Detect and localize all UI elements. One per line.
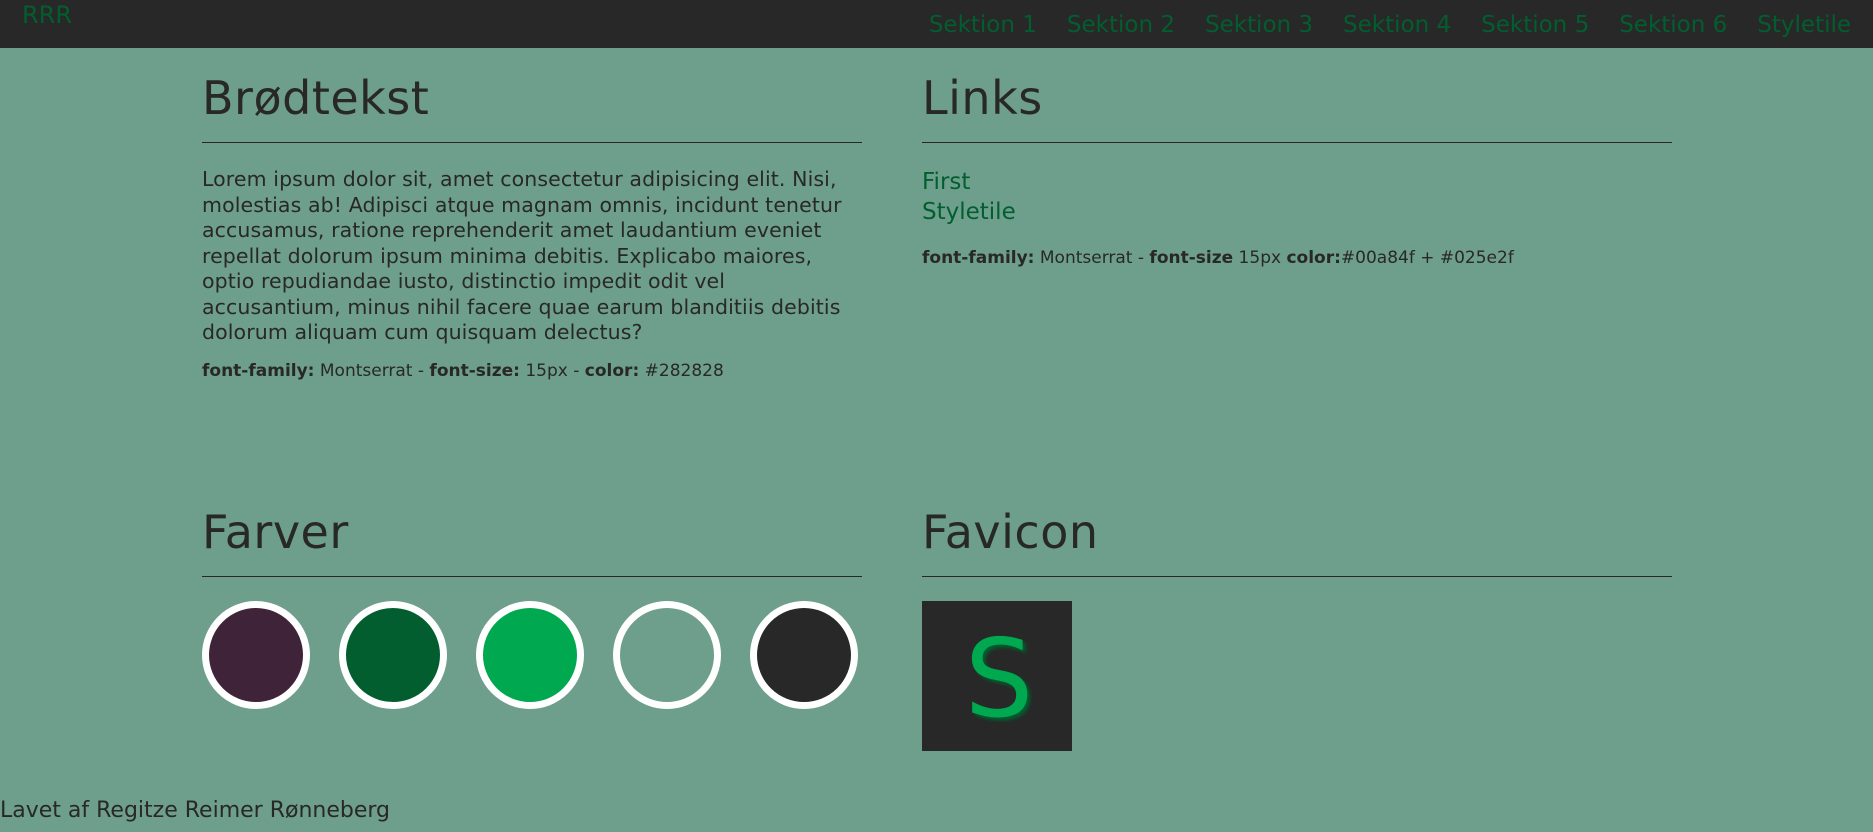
favicon-preview: S [922, 601, 1072, 751]
favicon-letter-icon: S [964, 617, 1034, 742]
spec-size-label: font-size [1149, 248, 1234, 268]
main-nav: Sektion 1 Sektion 2 Sektion 3 Sektion 4 … [929, 10, 1851, 40]
top-navigation-bar: RRR Sektion 1 Sektion 2 Sektion 3 Sektio… [0, 0, 1873, 48]
nav-link-sektion-1[interactable]: Sektion 1 [929, 10, 1037, 40]
spec-size-value: 15px - [519, 360, 585, 381]
section-divider [922, 576, 1672, 577]
nav-link-sektion-2[interactable]: Sektion 2 [1067, 10, 1175, 40]
color-swatch-bright-green [476, 601, 584, 709]
section-divider [202, 142, 862, 143]
spec-color-value: #282828 [639, 360, 724, 381]
favicon-section: Favicon S [922, 502, 1672, 751]
spec-family-value: Montserrat - [1034, 248, 1150, 268]
color-swatch-sage [613, 601, 721, 709]
spec-family-label: font-family: [922, 248, 1035, 268]
colors-section: Farver [202, 502, 862, 709]
nav-link-sektion-4[interactable]: Sektion 4 [1343, 10, 1451, 40]
spec-color-label: color: [1286, 248, 1341, 268]
spec-family-label: font-family: [202, 360, 315, 381]
links-spec: font-family: Montserrat - font-size 15px… [922, 247, 1672, 269]
links-list: First Styletile [922, 167, 1672, 227]
spec-color-value: #00a84f + #025e2f [1340, 248, 1514, 268]
nav-link-sektion-3[interactable]: Sektion 3 [1205, 10, 1313, 40]
body-text-heading: Brødtekst [202, 71, 430, 125]
nav-link-styletile[interactable]: Styletile [1757, 10, 1851, 40]
link-styletile[interactable]: Styletile [922, 197, 1672, 227]
color-swatch-plum [202, 601, 310, 709]
spec-family-value: Montserrat - [314, 360, 430, 381]
body-text-section: Brødtekst Lorem ipsum dolor sit, amet co… [202, 68, 862, 382]
body-text-paragraph: Lorem ipsum dolor sit, amet consectetur … [202, 167, 842, 344]
color-swatch-dark-green [339, 601, 447, 709]
logo-link[interactable]: RRR [22, 0, 72, 30]
links-heading: Links [922, 71, 1043, 125]
footer-credit: Lavet af Regitze Reimer Rønneberg [0, 798, 390, 823]
link-first[interactable]: First [922, 167, 1672, 197]
body-text-spec: font-family: Montserrat - font-size: 15p… [202, 360, 862, 382]
spec-size-value: 15px [1233, 248, 1287, 268]
favicon-heading: Favicon [922, 505, 1099, 559]
section-divider [922, 142, 1672, 143]
links-section: Links First Styletile font-family: Monts… [922, 68, 1672, 269]
color-swatches [202, 601, 862, 709]
section-divider [202, 576, 862, 577]
colors-heading: Farver [202, 505, 349, 559]
nav-link-sektion-6[interactable]: Sektion 6 [1619, 10, 1727, 40]
spec-color-label: color: [584, 360, 640, 381]
color-swatch-charcoal [750, 601, 858, 709]
nav-link-sektion-5[interactable]: Sektion 5 [1481, 10, 1589, 40]
spec-size-label: font-size: [429, 360, 520, 381]
